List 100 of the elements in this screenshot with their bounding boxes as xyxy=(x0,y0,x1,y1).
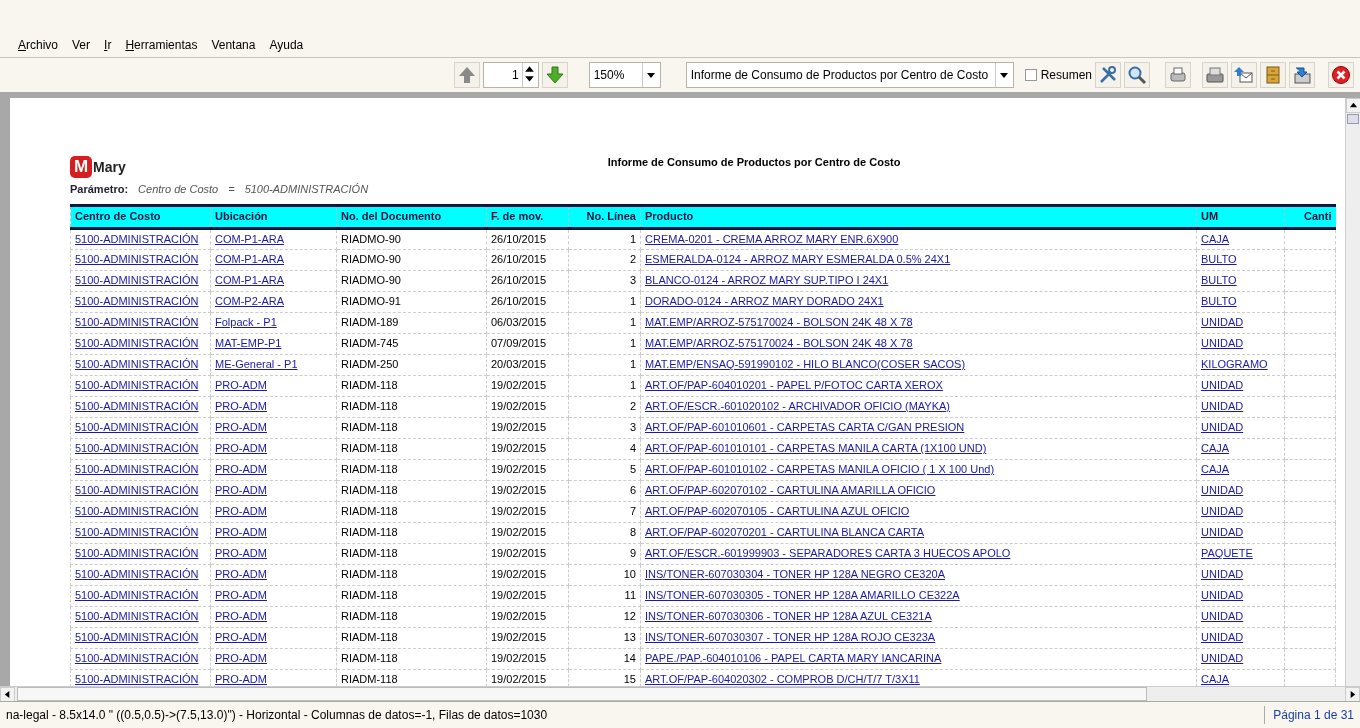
spin-up-icon xyxy=(522,63,536,74)
menu-item[interactable]: Ayuda xyxy=(269,35,312,54)
table-cell: RIADM-118 xyxy=(336,564,487,585)
scroll-thumb[interactable] xyxy=(17,687,1147,701)
table-cell: RIADMO-90 xyxy=(336,228,487,249)
table-cell: 19/02/2015 xyxy=(486,396,569,417)
menu-item[interactable]: Ventana xyxy=(211,35,264,54)
table-cell: 1 xyxy=(568,291,641,312)
table-cell: 26/10/2015 xyxy=(486,291,569,312)
report-dropdown[interactable]: Informe de Consumo de Productos por Centro de Costo xyxy=(685,62,1014,88)
table-cell: 10 xyxy=(568,564,641,585)
search-button[interactable] xyxy=(1124,62,1150,88)
table-cell: 11 xyxy=(568,585,641,606)
logo-name: Mary xyxy=(93,157,126,177)
close-button[interactable] xyxy=(1328,62,1354,88)
cabinet-icon xyxy=(1263,65,1283,85)
printer-icon xyxy=(1168,65,1188,85)
scroll-thumb[interactable] xyxy=(1347,114,1359,124)
dropdown-caret-icon xyxy=(999,70,1010,80)
table-cell: 20/03/2015 xyxy=(486,354,569,375)
table-cell: 13 xyxy=(568,627,641,648)
table-cell: 12 xyxy=(568,606,641,627)
parameter-label: Parámetro: xyxy=(70,182,129,197)
previous-page-button[interactable] xyxy=(453,62,480,88)
column-header: F. de mov. xyxy=(486,205,569,228)
table-cell: RIADM-745 xyxy=(336,333,487,354)
table-cell: 19/02/2015 xyxy=(486,480,569,501)
table-cell: RIADM-118 xyxy=(336,480,487,501)
table-cell: 6 xyxy=(568,480,641,501)
menu-item[interactable]: Ver xyxy=(72,35,99,54)
horizontal-scrollbar[interactable] xyxy=(0,686,1360,701)
table-cell: 07/09/2015 xyxy=(486,333,569,354)
table-cell: 19/02/2015 xyxy=(486,564,569,585)
zoom-dropdown[interactable]: 150% xyxy=(588,62,661,88)
next-page-button[interactable] xyxy=(541,62,568,88)
table-cell: RIADM-118 xyxy=(336,522,487,543)
dropdown-caret-icon xyxy=(646,70,657,80)
scroll-up-icon xyxy=(1349,101,1358,110)
table-cell: 26/10/2015 xyxy=(486,270,569,291)
print-button[interactable] xyxy=(1165,62,1191,88)
column-header: Producto xyxy=(640,205,1197,228)
table-cell: RIADM-118 xyxy=(336,627,487,648)
table-cell: 4 xyxy=(568,438,641,459)
wrench-screwdriver-icon xyxy=(1098,65,1118,85)
table-cell: RIADM-189 xyxy=(336,312,487,333)
table-cell: 1 xyxy=(568,354,641,375)
arrow-envelope-icon xyxy=(1234,65,1254,85)
down-arrow-icon xyxy=(544,65,565,85)
table-cell: 5 xyxy=(568,459,641,480)
table-cell: RIADMO-91 xyxy=(336,291,487,312)
parameter-value: 5100-ADMINISTRACIÓN xyxy=(244,182,369,197)
export-button[interactable] xyxy=(1289,62,1315,88)
table-cell: 7 xyxy=(568,501,641,522)
table-cell: 19/02/2015 xyxy=(486,417,569,438)
parameter-field: Centro de Costo xyxy=(138,181,219,198)
up-arrow-icon xyxy=(456,65,477,85)
table-cell: RIADM-118 xyxy=(336,585,487,606)
printer-icon xyxy=(1205,65,1225,85)
print-preview-button[interactable] xyxy=(1202,62,1228,88)
table-cell: 26/10/2015 xyxy=(486,249,569,270)
table-cell: 19/02/2015 xyxy=(486,627,569,648)
table-cell: 2 xyxy=(568,249,641,270)
table-cell: RIADM-118 xyxy=(336,501,487,522)
table-cell: RIADM-118 xyxy=(336,543,487,564)
table-cell: 1 xyxy=(568,333,641,354)
table-cell: 19/02/2015 xyxy=(486,543,569,564)
table-cell: 19/02/2015 xyxy=(486,606,569,627)
table-cell: 06/03/2015 xyxy=(486,312,569,333)
tools-button[interactable] xyxy=(1095,62,1121,88)
table-cell: 8 xyxy=(568,522,641,543)
menu-item[interactable]: Archivo xyxy=(18,35,67,54)
scroll-left-icon xyxy=(3,690,12,699)
vertical-scrollbar[interactable] xyxy=(1345,98,1360,686)
table-cell: 1 xyxy=(568,312,641,333)
send-button[interactable] xyxy=(1231,62,1257,88)
table-cell: 19/02/2015 xyxy=(486,648,569,669)
search-icon xyxy=(1127,65,1147,85)
table-cell: 1 xyxy=(568,228,641,249)
scroll-right-icon xyxy=(1348,690,1357,699)
page-spinner[interactable]: 1 xyxy=(482,62,539,88)
table-cell: RIADM-118 xyxy=(336,417,487,438)
table-cell: 9 xyxy=(568,543,641,564)
table-cell: 26/10/2015 xyxy=(486,228,569,249)
table-cell: RIADM-118 xyxy=(336,396,487,417)
table-cell: 19/02/2015 xyxy=(486,522,569,543)
menu-item[interactable]: Herramientas xyxy=(125,35,206,54)
column-header: Ubicación xyxy=(210,205,337,228)
column-header: Canti xyxy=(1284,205,1336,228)
archive-button[interactable] xyxy=(1260,62,1286,88)
table-cell: 19/02/2015 xyxy=(486,375,569,396)
table-cell: 14 xyxy=(568,648,641,669)
table-cell: 19/02/2015 xyxy=(486,459,569,480)
table-cell: 1 xyxy=(568,375,641,396)
table-cell: RIADM-118 xyxy=(336,648,487,669)
report-title: Informe de Consumo de Productos por Centro de Costo xyxy=(607,155,901,170)
menu-item[interactable]: Ir xyxy=(104,35,120,54)
close-icon xyxy=(1331,65,1351,85)
page-indicator: Página 1 de 31 xyxy=(1264,706,1354,724)
summary-checkbox[interactable]: Resumen xyxy=(1024,66,1092,84)
parameter-operator: = xyxy=(228,182,235,197)
